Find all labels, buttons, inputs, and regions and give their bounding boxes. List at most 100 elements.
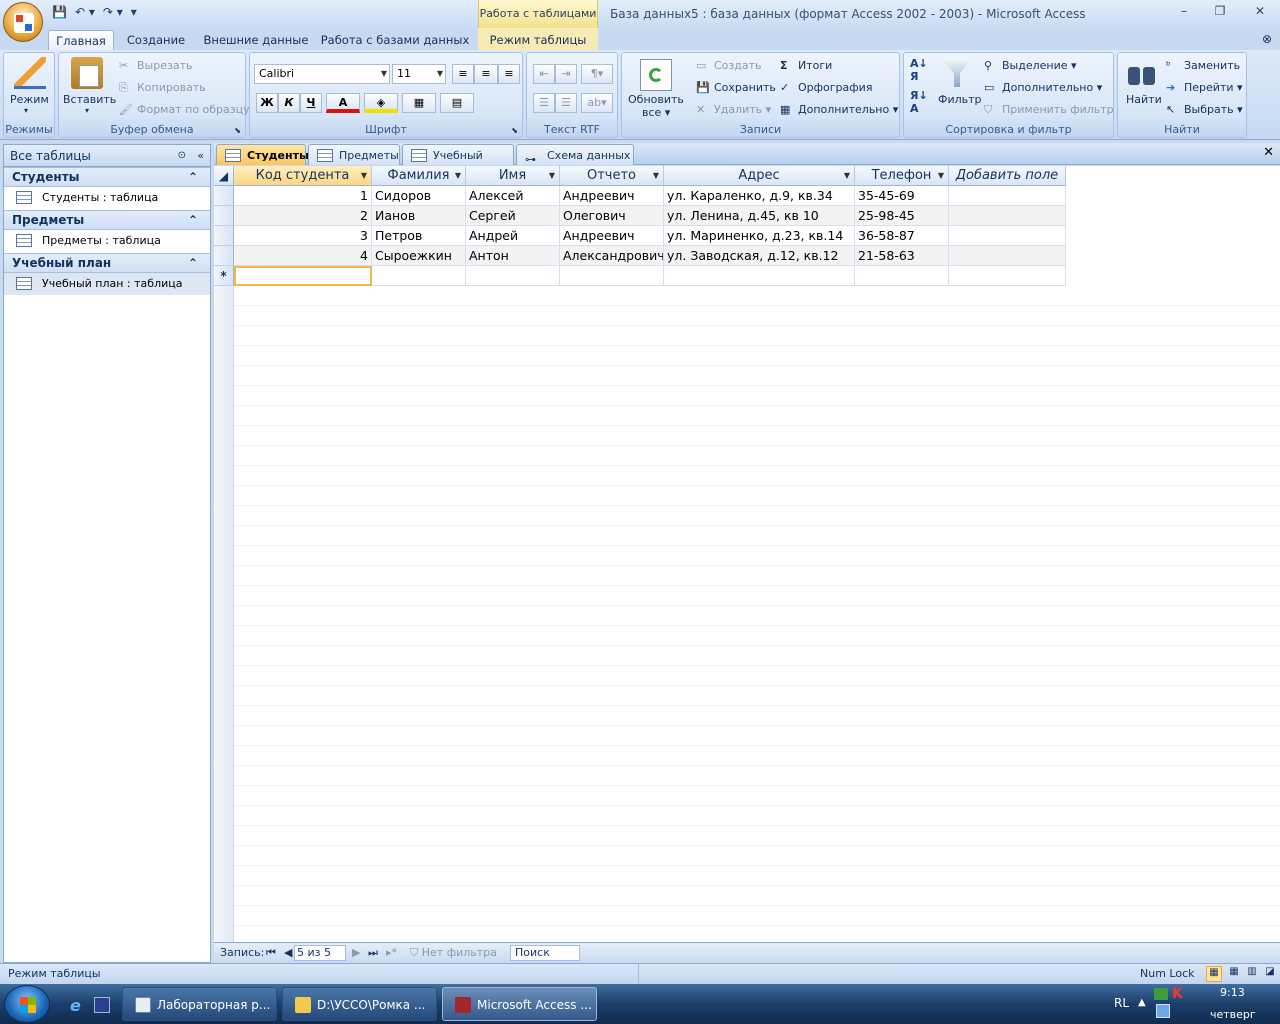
maximize-button[interactable]: ❐ [1208,4,1232,20]
italic-button[interactable]: К [278,93,300,113]
advanced-filter-button[interactable]: ▭ Дополнительно ▾ [984,81,1102,95]
cell-patronymic[interactable]: Андреевич [560,226,664,246]
minimize-button[interactable]: – [1172,4,1196,20]
chevron-down-icon[interactable]: ▼ [455,166,461,186]
refresh-button[interactable]: Обновить [628,93,684,106]
goto-button[interactable]: ➔ Перейти ▾ [1166,81,1243,95]
current-record-input[interactable]: 5 из 5 [294,945,346,961]
cell-last-name[interactable]: Сидоров [372,186,466,206]
cell-last-name[interactable]: Ианов [372,206,466,226]
nav-item-students-table[interactable]: Студенты : таблица [4,187,210,209]
column-header-first-name[interactable]: Имя ▼ [466,166,560,186]
cell-new[interactable] [466,266,560,286]
pivot-chart-icon[interactable]: ▥ [1244,966,1260,982]
select-all-corner[interactable]: ◢ [214,166,234,186]
column-header-phone[interactable]: Телефон ▼ [855,166,949,186]
cell-new[interactable] [855,266,949,286]
row-selector[interactable] [214,246,234,266]
tab-database-tools[interactable]: Работа с базами данных [320,30,470,50]
cell-last-name[interactable]: Сыроежкин [372,246,466,266]
chevron-down-icon[interactable]: ▼ [549,166,555,186]
next-record-icon[interactable]: ▶ [352,946,360,959]
new-record-button[interactable]: ▭ Создать [696,59,762,73]
align-center-button[interactable]: ≡ [474,64,498,84]
last-record-icon[interactable]: ⏭ [368,946,378,960]
doc-tab-curriculum[interactable]: Учебный план [402,144,514,183]
collapse-group-icon[interactable]: ⌃ [188,168,198,186]
cell-patronymic[interactable]: Александрович [560,246,664,266]
clock-time[interactable]: 9:13 [1220,986,1245,999]
cell-address[interactable]: ул. Ленина, д.45, кв 10 [664,206,855,226]
start-button[interactable] [4,985,50,1023]
new-row-selector[interactable]: * [214,266,234,286]
doc-tab-subjects[interactable]: Предметы [308,144,400,165]
customize-qat-icon[interactable]: ▾ [131,5,137,21]
row-selector[interactable] [214,186,234,206]
cell-add-field[interactable] [949,246,1066,266]
cell-first-name[interactable]: Антон [466,246,560,266]
chevron-down-icon[interactable]: ▼ [653,166,659,186]
cell-address[interactable]: ул. Заводская, д.12, кв.12 [664,246,855,266]
cell-patronymic[interactable]: Андреевич [560,186,664,206]
view-mode-button[interactable]: Режим [10,93,49,106]
tray-display-icon[interactable] [1156,1004,1170,1018]
paragraph-direction-icon[interactable]: ¶▾ [581,64,613,84]
chevron-down-icon[interactable]: ▼ [844,166,850,186]
close-button[interactable]: ✕ [1248,4,1272,20]
filter-button[interactable]: Фильтр [938,93,982,106]
sort-ascending-icon[interactable]: A↓ Я [910,57,928,83]
cell-new[interactable] [560,266,664,286]
help-icon[interactable]: ⊗ [1262,32,1272,46]
cut-button[interactable]: ✂ Вырезать [119,59,192,73]
chevron-down-icon[interactable]: ▾ [85,106,89,115]
refresh-all-label[interactable]: все ▾ [642,106,670,119]
datasheet-view-icon[interactable]: ▦ [1206,966,1222,982]
paste-button[interactable]: Вставить [63,93,116,106]
save-record-button[interactable]: 💾 Сохранить [696,81,776,95]
collapse-group-icon[interactable]: ⌃ [188,211,198,229]
cell-add-field[interactable] [949,206,1066,226]
highlight-icon[interactable]: ab▾ [581,93,613,113]
nav-item-curriculum-table[interactable]: Учебный план : таблица [4,273,210,295]
cell-new[interactable] [949,266,1066,286]
cell-new[interactable] [372,266,466,286]
save-icon[interactable]: 💾 [52,5,67,21]
nav-group-students[interactable]: Студенты ⌃ [4,167,210,187]
cell-first-name[interactable]: Андрей [466,226,560,246]
tab-external-data[interactable]: Внешние данные [200,30,312,50]
office-button[interactable] [3,2,43,42]
numbered-list-icon[interactable]: ☰ [533,93,555,113]
nav-pane-header[interactable]: Все таблицы ⊙ « [4,145,210,167]
cell-add-field[interactable] [949,186,1066,206]
alternate-row-icon[interactable]: ▤ [440,93,474,113]
cell-phone[interactable]: 25-98-45 [855,206,949,226]
cell-last-name[interactable]: Петров [372,226,466,246]
cell-patronymic[interactable]: Олегович [560,206,664,226]
toggle-filter-button[interactable]: ⛉ Применить фильтр [984,103,1114,117]
dialog-launcher-icon[interactable]: ⬊ [511,126,518,135]
nav-group-subjects[interactable]: Предметы ⌃ [4,210,210,230]
cell-first-name[interactable]: Алексей [466,186,560,206]
bullet-list-icon[interactable]: ☰ [555,93,577,113]
tray-expand-icon[interactable]: ▲ [1138,997,1146,1008]
show-desktop-icon[interactable] [94,997,110,1013]
taskbar-item-folder[interactable]: D:\УССО\Ромка ... [282,987,437,1021]
select-button[interactable]: ↖ Выбрать ▾ [1166,103,1243,117]
delete-record-button[interactable]: ✕ Удалить ▾ [696,103,771,117]
first-record-icon[interactable]: ⏮ [266,946,276,960]
font-name-combo[interactable]: Calibri ▼ [254,64,390,84]
totals-button[interactable]: Σ Итоги [780,59,832,73]
nav-dropdown-icon[interactable]: ⊙ [178,145,186,167]
cell-phone[interactable]: 36-58-87 [855,226,949,246]
find-button[interactable]: Найти [1126,93,1162,106]
cell-phone[interactable]: 21-58-63 [855,246,949,266]
design-view-icon[interactable]: ◪ [1262,966,1278,982]
cell-address[interactable]: ул. Мариненко, д.23, кв.14 [664,226,855,246]
cell-student-id[interactable]: 3 [234,226,372,246]
doc-tab-relationships[interactable]: ⊶ Схема данных [516,144,634,166]
row-selector[interactable] [214,206,234,226]
nav-group-curriculum[interactable]: Учебный план ⌃ [4,253,210,273]
pivot-table-icon[interactable]: ▦ [1226,966,1242,982]
format-painter-button[interactable]: 🖌 Формат по образцу [119,103,250,117]
cell-new-student-id[interactable] [234,266,372,286]
